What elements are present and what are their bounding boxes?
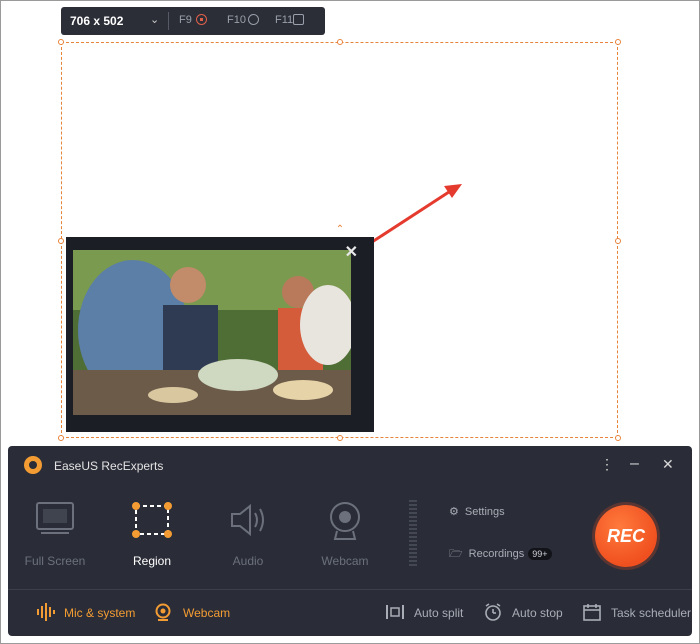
- panel-header: EaseUS RecExperts ⋮ – ✕: [8, 446, 692, 484]
- close-icon[interactable]: ✕: [345, 245, 358, 261]
- settings-label: Settings: [464, 506, 505, 518]
- resize-handle-bottom-left[interactable]: [58, 435, 64, 441]
- region-size-value[interactable]: 706 x 502: [70, 14, 123, 28]
- rec-button[interactable]: REC: [595, 505, 657, 567]
- toolbar-divider: [168, 12, 169, 30]
- hotkey-f10-label: F10: [227, 14, 246, 26]
- app-logo-icon: [24, 456, 42, 474]
- audio-wave-icon: [37, 603, 55, 621]
- mode-full-screen[interactable]: Full Screen: [15, 500, 95, 568]
- stop-record-icon[interactable]: [196, 14, 207, 25]
- webcam-video-image: [73, 250, 351, 415]
- webcam-icon: [330, 502, 360, 540]
- resize-handle-bottom[interactable]: [337, 435, 343, 441]
- mode-label-audio: Audio: [232, 554, 264, 568]
- resize-handle-top-right[interactable]: [615, 39, 621, 45]
- resize-handle-top-left[interactable]: [58, 39, 64, 45]
- gear-icon: ⚙: [449, 506, 459, 518]
- resize-handle-bottom-right[interactable]: [615, 435, 621, 441]
- auto-split-button[interactable]: Auto split: [414, 606, 463, 620]
- folder-icon: 🗁: [449, 548, 463, 560]
- region-select-icon: [132, 502, 172, 538]
- mode-label-full-screen: Full Screen: [24, 554, 86, 568]
- webcam-preview[interactable]: ✕: [66, 237, 374, 432]
- clock-icon: [485, 603, 501, 621]
- panel-footer: Mic & system Webcam Auto split Auto stop: [8, 589, 692, 637]
- more-options-icon[interactable]: ⋮: [600, 455, 614, 473]
- mode-label-webcam: Webcam: [321, 554, 369, 568]
- monitor-icon: [36, 502, 74, 534]
- mic-system-toggle[interactable]: Mic & system: [64, 606, 135, 620]
- app-title: EaseUS RecExperts: [54, 459, 164, 473]
- recordings-label: Recordings: [468, 548, 525, 560]
- recordings-count-badge: 99+: [528, 548, 552, 560]
- recorder-panel: EaseUS RecExperts ⋮ – ✕ Full Screen Regi…: [8, 446, 692, 636]
- minimize-icon[interactable]: –: [630, 455, 639, 473]
- calendar-icon: [583, 604, 601, 621]
- resize-handle-right[interactable]: [615, 238, 621, 244]
- pause-icon[interactable]: [248, 14, 259, 25]
- chevron-up-icon[interactable]: ⌃: [331, 222, 349, 236]
- screenshot-icon[interactable]: [293, 14, 304, 25]
- close-window-icon[interactable]: ✕: [662, 455, 674, 473]
- webcam-small-icon: [155, 603, 171, 621]
- hotkey-f11-label: F11: [275, 14, 294, 26]
- region-size-toolbar: 706 x 502 ⌄ F9 F10 F11: [61, 7, 325, 35]
- resize-handle-top[interactable]: [337, 39, 343, 45]
- chevron-down-icon[interactable]: ⌄: [150, 13, 159, 26]
- mode-webcam[interactable]: Webcam: [305, 500, 385, 568]
- auto-split-icon: [386, 605, 404, 619]
- task-scheduler-button[interactable]: Task scheduler: [611, 606, 691, 620]
- panel-divider: [409, 500, 417, 566]
- resize-handle-left[interactable]: [58, 238, 64, 244]
- mode-audio[interactable]: Audio: [208, 500, 288, 568]
- settings-link[interactable]: ⚙ Settings: [449, 505, 505, 518]
- speaker-icon: [231, 503, 264, 537]
- hotkey-f9-label: F9: [179, 14, 192, 26]
- auto-stop-button[interactable]: Auto stop: [512, 606, 563, 620]
- mode-region[interactable]: Region: [112, 500, 192, 568]
- mode-label-region: Region: [132, 554, 172, 568]
- annotation-arrow: [371, 184, 462, 244]
- recordings-link[interactable]: 🗁 Recordings 99+: [449, 545, 552, 564]
- webcam-toggle[interactable]: Webcam: [183, 606, 230, 620]
